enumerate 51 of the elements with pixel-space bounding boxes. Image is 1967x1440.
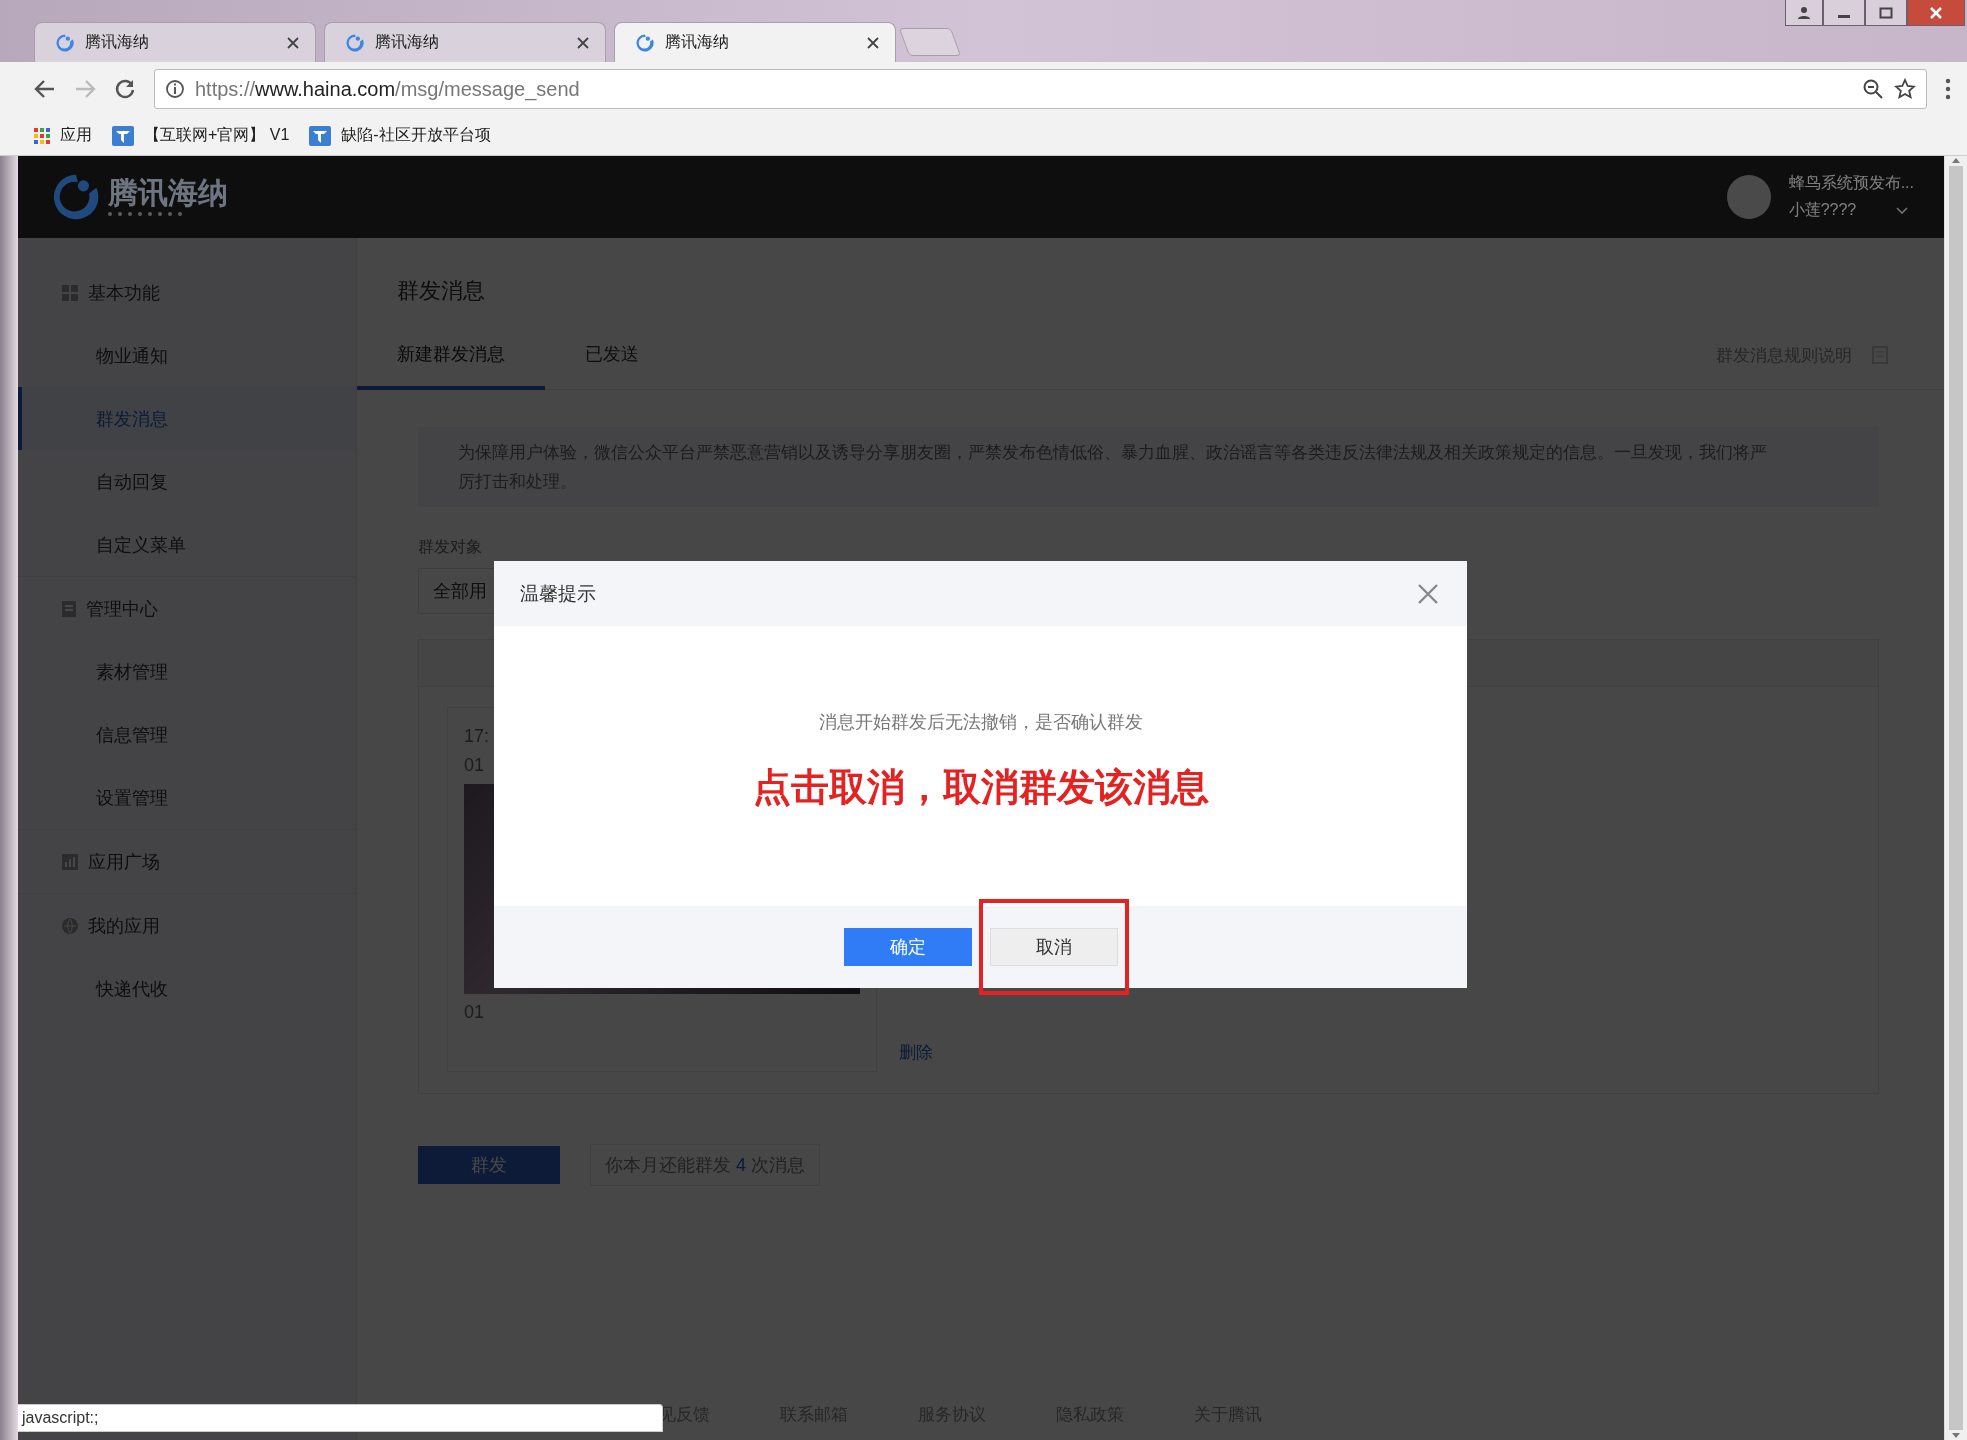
confirm-button[interactable]: 确定 — [843, 928, 972, 966]
dialog-title: 温馨提示 — [520, 581, 597, 606]
sidebar-section-title[interactable]: 管理中心 — [86, 596, 158, 621]
close-icon[interactable] — [1417, 582, 1439, 605]
bookmark-site-icon[interactable] — [112, 125, 134, 146]
star-icon[interactable] — [1894, 78, 1916, 100]
scrollbar[interactable] — [1944, 156, 1967, 1440]
address-bar[interactable]: https://www.haina.com/msg/message_send — [154, 69, 1927, 109]
person-icon — [1796, 5, 1812, 20]
browser-tab[interactable]: 腾讯海纳 — [324, 22, 606, 62]
close-tab-icon[interactable] — [577, 36, 589, 49]
menu-icon[interactable] — [1945, 78, 1951, 100]
user-name[interactable]: 小莲???? — [1788, 200, 1857, 221]
browser-tab[interactable]: 腾讯海纳 — [34, 22, 316, 62]
bookmark-link[interactable]: 【互联网+官网】 V1 — [144, 125, 290, 146]
favicon-icon — [55, 32, 75, 53]
favicon-icon — [635, 32, 655, 53]
close-icon — [1929, 6, 1943, 19]
profile-button[interactable] — [1785, 0, 1823, 26]
reload-icon[interactable] — [114, 78, 136, 100]
scroll-down-icon[interactable] — [1951, 1432, 1961, 1440]
close-window-button[interactable] — [1907, 0, 1965, 26]
sidebar-section-title[interactable]: 基本功能 — [88, 280, 160, 305]
maximize-icon — [1879, 6, 1893, 19]
minimize-button[interactable] — [1823, 0, 1865, 26]
zoom-out-icon[interactable] — [1862, 78, 1884, 100]
close-tab-icon[interactable] — [287, 36, 299, 49]
bookmark-link[interactable]: 应用 — [60, 125, 92, 146]
logo-dots-icon — [108, 212, 182, 216]
page-title: 群发消息 — [396, 277, 486, 305]
status-bar: javascript:; — [18, 1404, 663, 1432]
back-icon[interactable] — [34, 79, 56, 99]
delete-link[interactable]: 删除 — [899, 1041, 933, 1064]
logo-text: 腾讯海纳 — [108, 178, 228, 208]
cancel-button[interactable]: 取消 — [989, 928, 1118, 966]
favicon-icon — [345, 32, 365, 53]
maximize-button[interactable] — [1865, 0, 1907, 26]
dialog-message: 消息开始群发后无法撤销，是否确认群发 — [818, 711, 1143, 734]
browser-tab[interactable]: 腾讯海纳 — [614, 22, 896, 62]
bookmark-site-icon[interactable] — [309, 125, 332, 146]
sidebar-section-title[interactable]: 应用广场 — [88, 849, 160, 874]
info-icon[interactable] — [165, 79, 185, 99]
close-tab-icon[interactable] — [867, 36, 879, 49]
sidebar-section-title[interactable]: 我的应用 — [88, 913, 160, 938]
chevron-down-icon[interactable] — [1896, 206, 1909, 215]
notice-text[interactable]: 蜂鸟系统预发布... — [1788, 173, 1914, 194]
annotation-text: 点击取消，取消群发该消息 — [752, 765, 1209, 810]
apps-grid-icon[interactable] — [34, 127, 50, 144]
bookmark-link[interactable]: 缺陷-社区开放平台项 — [341, 125, 491, 146]
minimize-icon — [1838, 15, 1850, 18]
url-text: https://www.haina.com/msg/message_send — [195, 77, 581, 101]
